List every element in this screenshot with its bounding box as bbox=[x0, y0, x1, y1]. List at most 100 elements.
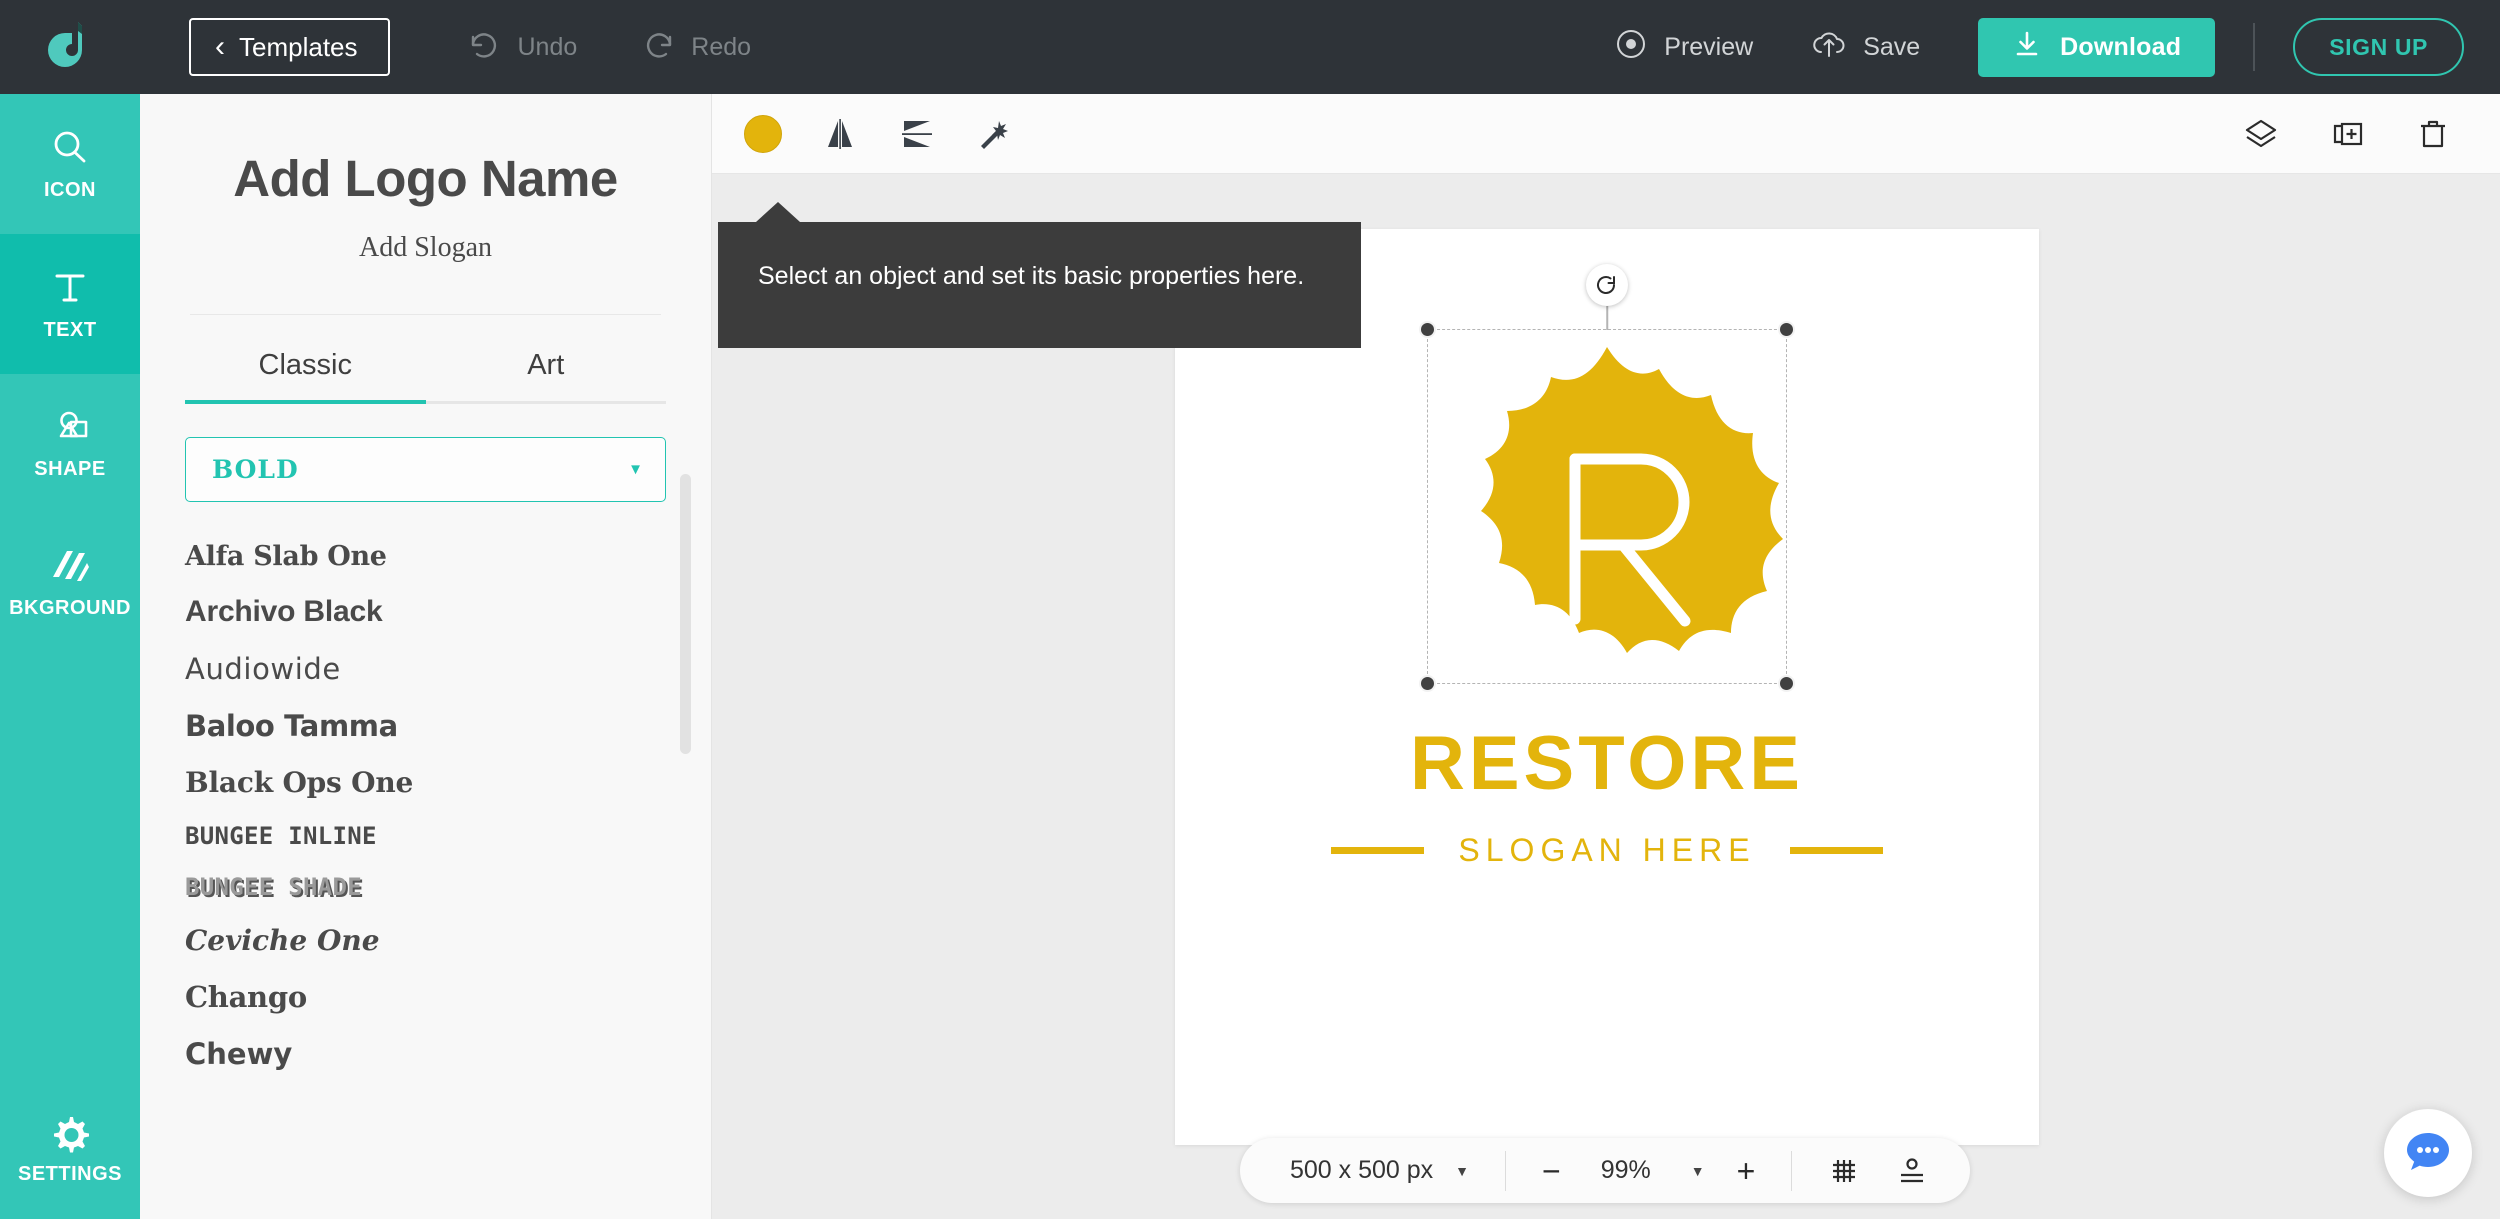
tab-art[interactable]: Art bbox=[426, 349, 667, 404]
save-cloud-icon bbox=[1811, 27, 1847, 68]
font-list-item[interactable]: Chango bbox=[185, 969, 666, 1026]
eye-icon bbox=[1614, 27, 1648, 68]
font-list: Alfa Slab One Archivo Black Audiowide Ba… bbox=[140, 530, 711, 1083]
artboard[interactable]: RESTORE SLOGAN HERE bbox=[1175, 229, 2039, 1145]
font-list-item[interactable]: Black Ops One bbox=[185, 755, 666, 811]
resize-handle-bottom-right[interactable] bbox=[1778, 675, 1795, 692]
top-actions: Preview Save Download SIGN UP bbox=[1614, 17, 2500, 77]
guides-icon[interactable] bbox=[1896, 1155, 1928, 1187]
canvas-toolbar-right bbox=[2242, 117, 2500, 151]
download-icon bbox=[2012, 29, 2042, 66]
fill-color-swatch[interactable] bbox=[744, 114, 782, 153]
sidebar-item-bkground-label: BKGROUND bbox=[9, 596, 131, 619]
redo-label: Redo bbox=[691, 32, 752, 61]
sidebar-item-text[interactable]: TEXT bbox=[0, 234, 140, 374]
sidebar-item-shape[interactable]: SHAPE bbox=[0, 374, 140, 514]
grid-icon[interactable] bbox=[1828, 1155, 1860, 1187]
logo-composition: RESTORE SLOGAN HERE bbox=[1175, 264, 2039, 869]
chevron-down-icon: ▼ bbox=[628, 461, 643, 478]
search-icon bbox=[49, 127, 91, 169]
zoom-controls: − 99% ▼ + bbox=[1506, 1155, 1791, 1187]
rotate-icon bbox=[1595, 273, 1619, 297]
save-label: Save bbox=[1863, 32, 1921, 61]
tooltip-text: Select an object and set its basic prope… bbox=[758, 262, 1305, 290]
panel-slogan[interactable]: Add Slogan bbox=[140, 232, 711, 264]
canvas-zoom-bar: 500 x 500 px ▼ − 99% ▼ + bbox=[1240, 1138, 1970, 1203]
font-list-item[interactable]: Baloo Tamma bbox=[185, 698, 666, 755]
sidebar-item-bkground[interactable]: BKGROUND bbox=[0, 514, 140, 654]
logo-mark[interactable] bbox=[1419, 264, 1795, 692]
download-button[interactable]: Download bbox=[1978, 17, 2216, 77]
font-style-select[interactable]: BOLD ▼ bbox=[185, 437, 666, 502]
top-toolbar: ‹ Templates Undo Redo Preview Save Downl… bbox=[0, 0, 2500, 94]
shape-icon bbox=[48, 408, 92, 448]
canvas-size-select[interactable]: 500 x 500 px ▼ bbox=[1240, 1156, 1505, 1185]
resize-handle-bottom-left[interactable] bbox=[1419, 675, 1436, 692]
background-hatch-icon bbox=[51, 549, 89, 587]
trash-icon[interactable] bbox=[2416, 117, 2450, 151]
preview-button[interactable]: Preview bbox=[1614, 27, 1753, 68]
font-list-item[interactable]: Alfa Slab One bbox=[185, 530, 666, 584]
font-list-item[interactable]: Audiowide bbox=[185, 641, 666, 698]
panel-logo-name[interactable]: Add Logo Name bbox=[140, 149, 711, 208]
panel-scrollbar[interactable] bbox=[680, 474, 691, 754]
layers-icon[interactable] bbox=[2242, 117, 2280, 151]
flip-horizontal-icon[interactable] bbox=[822, 117, 858, 151]
logo-maker-app: ‹ Templates Undo Redo Preview Save Downl… bbox=[0, 0, 2500, 1219]
zoom-in-button[interactable]: + bbox=[1737, 1155, 1756, 1187]
sidebar-item-shape-label: SHAPE bbox=[34, 457, 106, 480]
left-sidebar: ICON TEXT SHAPE BKGROUND SETTINGS bbox=[0, 94, 140, 1219]
undo-button[interactable]: Undo bbox=[468, 32, 578, 62]
signup-button[interactable]: SIGN UP bbox=[2293, 18, 2464, 76]
panel-divider bbox=[190, 314, 661, 315]
slogan-rule-right bbox=[1789, 847, 1883, 854]
sidebar-item-text-label: TEXT bbox=[43, 318, 97, 341]
tab-classic[interactable]: Classic bbox=[185, 349, 426, 404]
zoom-level-caret-icon[interactable]: ▼ bbox=[1691, 1163, 1705, 1179]
font-style-value: BOLD bbox=[212, 455, 299, 484]
panel-tabs: Classic Art bbox=[185, 349, 666, 404]
chevron-down-icon: ▼ bbox=[1455, 1162, 1470, 1179]
chat-support-button[interactable] bbox=[2384, 1109, 2472, 1197]
duplicate-icon[interactable] bbox=[2330, 117, 2366, 151]
canvas-toolbar-left bbox=[712, 114, 1012, 153]
slogan-rule-left bbox=[1331, 847, 1425, 854]
canvas-toolbar bbox=[712, 94, 2500, 174]
resize-handle-top-left[interactable] bbox=[1419, 321, 1436, 338]
templates-button-label: Templates bbox=[239, 31, 358, 62]
logo-slogan-row[interactable]: SLOGAN HERE bbox=[1331, 832, 1883, 869]
chat-bubble-icon bbox=[2405, 1129, 2451, 1178]
chevron-left-icon: ‹ bbox=[215, 30, 225, 63]
redo-button[interactable]: Redo bbox=[641, 32, 751, 62]
undo-icon bbox=[468, 32, 502, 62]
resize-handle-top-right[interactable] bbox=[1778, 321, 1795, 338]
templates-button[interactable]: ‹ Templates bbox=[189, 18, 390, 76]
text-panel: Add Logo Name Add Slogan Classic Art BOL… bbox=[140, 94, 712, 1219]
canvas-size-value: 500 x 500 px bbox=[1290, 1156, 1434, 1184]
flip-vertical-icon[interactable] bbox=[898, 117, 936, 151]
sidebar-item-settings-label: SETTINGS bbox=[17, 1162, 122, 1185]
undo-label: Undo bbox=[517, 32, 578, 61]
font-list-item[interactable]: Ceviche One bbox=[185, 913, 666, 969]
font-list-item[interactable]: Archivo Black bbox=[185, 584, 666, 641]
text-t-icon bbox=[49, 267, 91, 309]
magic-wand-icon[interactable] bbox=[976, 117, 1012, 151]
font-list-item[interactable]: Chewy bbox=[185, 1026, 666, 1083]
tab-active-underline bbox=[185, 400, 426, 404]
font-list-item[interactable]: BUNGEE SHADE bbox=[185, 862, 666, 913]
brand-logo[interactable] bbox=[0, 20, 140, 74]
font-list-item[interactable]: BUNGEE INLINE bbox=[185, 811, 666, 862]
preview-label: Preview bbox=[1664, 32, 1754, 61]
selection-box bbox=[1419, 264, 1795, 692]
history-group: Undo Redo bbox=[468, 32, 751, 62]
zoom-out-button[interactable]: − bbox=[1542, 1155, 1561, 1187]
rotate-handle[interactable] bbox=[1586, 264, 1628, 306]
zoom-toggles bbox=[1792, 1155, 1928, 1187]
save-button[interactable]: Save bbox=[1811, 27, 1920, 68]
onboarding-tooltip[interactable]: Select an object and set its basic prope… bbox=[718, 202, 1361, 348]
gear-icon bbox=[50, 1113, 90, 1153]
sidebar-item-icon[interactable]: ICON bbox=[0, 94, 140, 234]
sidebar-item-settings[interactable]: SETTINGS bbox=[0, 1079, 140, 1219]
logo-name-text[interactable]: RESTORE bbox=[1410, 726, 1804, 802]
